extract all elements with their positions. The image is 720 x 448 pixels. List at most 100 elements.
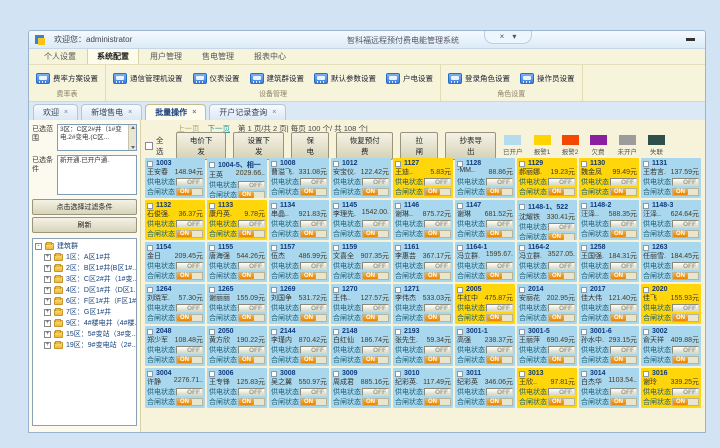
- tree-root[interactable]: 建筑群: [35, 241, 134, 251]
- meter-card[interactable]: 2144 李瑾内 870.42元 供电状态 OFF 合闸状态: [269, 326, 329, 366]
- card-checkbox[interactable]: [457, 371, 463, 377]
- scrollbar[interactable]: [128, 125, 136, 150]
- supply-off-toggle[interactable]: OFF: [424, 262, 451, 270]
- supply-off-toggle[interactable]: OFF: [176, 388, 203, 396]
- card-checkbox[interactable]: [519, 245, 525, 251]
- supply-off-toggle[interactable]: OFF: [672, 304, 699, 312]
- meter-card[interactable]: 1155 唐海强 544.26元 供电状态 OFF 合闸状态: [207, 242, 267, 282]
- meter-card[interactable]: 1129 郝丽娜. 19.23元 供电状态 OFF 合闸状态: [517, 158, 577, 198]
- tree-item[interactable]: 7区：G区1#井: [44, 307, 134, 317]
- expand-icon[interactable]: [44, 287, 51, 294]
- card-checkbox[interactable]: [643, 161, 649, 167]
- card-checkbox[interactable]: [581, 329, 587, 335]
- supply-off-toggle[interactable]: OFF: [548, 388, 575, 396]
- meter-card[interactable]: 1269 刘国争 531.72元 供电状态 OFF 合闸状态: [269, 284, 329, 324]
- card-checkbox[interactable]: [395, 245, 401, 251]
- supply-off-toggle[interactable]: OFF: [238, 304, 265, 312]
- supply-off-toggle[interactable]: OFF: [176, 220, 203, 228]
- meter-card[interactable]: 1128 -MM.. 88.86元 供电状态 OFF 合闸状态: [455, 158, 515, 198]
- meter-card[interactable]: 1271 李伟杰 533.03元 供电状态 OFF 合闸状态: [393, 284, 453, 324]
- supply-off-toggle[interactable]: OFF: [672, 178, 699, 186]
- switch-on-toggle[interactable]: ON: [673, 231, 688, 237]
- scroll-up-icon[interactable]: [131, 126, 135, 129]
- card-checkbox[interactable]: [147, 371, 153, 377]
- ribbon-button[interactable]: 操作员设置: [520, 73, 575, 84]
- switch-on-toggle[interactable]: ON: [239, 357, 254, 363]
- switch-on-toggle[interactable]: ON: [549, 189, 564, 195]
- meter-card[interactable]: 2193 张先生. 59.34元 供电状态 OFF 合闸状态: [393, 326, 453, 366]
- card-checkbox[interactable]: [271, 287, 277, 293]
- supply-off-toggle[interactable]: OFF: [486, 388, 513, 396]
- supply-off-toggle[interactable]: OFF: [238, 262, 265, 270]
- switch-on-toggle[interactable]: ON: [549, 273, 564, 279]
- meter-card[interactable]: 3001-1 高强 238.37元 供电状态 OFF 合闸状态: [455, 326, 515, 366]
- meter-card[interactable]: 1004-5、相一 王英 2029.66.. 供电状态 OFF 合闸状态: [207, 158, 267, 198]
- collapse-icon[interactable]: [35, 243, 42, 250]
- card-checkbox[interactable]: [333, 203, 339, 209]
- switch-on-toggle[interactable]: ON: [611, 357, 626, 363]
- select-all-checkbox[interactable]: [145, 142, 153, 150]
- expand-icon[interactable]: [44, 298, 51, 305]
- card-checkbox[interactable]: [395, 371, 401, 377]
- card-checkbox[interactable]: [457, 329, 463, 335]
- switch-on-toggle[interactable]: ON: [611, 273, 626, 279]
- switch-on-toggle[interactable]: ON: [239, 399, 254, 405]
- supply-off-toggle[interactable]: OFF: [300, 220, 327, 228]
- switch-on-toggle[interactable]: ON: [487, 231, 502, 237]
- card-checkbox[interactable]: [271, 329, 277, 335]
- switch-on-toggle[interactable]: ON: [611, 189, 626, 195]
- meter-card[interactable]: 3013 王欣.. 97.81元 供电状态 OFF 合闸状态: [517, 368, 577, 408]
- expand-icon[interactable]: [44, 254, 51, 261]
- switch-on-toggle[interactable]: ON: [239, 231, 254, 237]
- tree-item[interactable]: 3区：C区2#井（1#变...: [44, 274, 134, 284]
- meter-card[interactable]: 2020 佳飞 155.93元 供电状态 OFF 合闸状态: [641, 284, 701, 324]
- meter-card[interactable]: 3001-6 孙水中. 293.15元 供电状态 OFF 合闸状态: [579, 326, 639, 366]
- supply-off-toggle[interactable]: OFF: [610, 346, 637, 354]
- tab-close-icon[interactable]: ×: [64, 109, 68, 116]
- supply-off-toggle[interactable]: OFF: [424, 178, 451, 186]
- switch-on-toggle[interactable]: ON: [177, 273, 192, 279]
- meter-card[interactable]: 1148-1、522 沈耀铁 330.41元 供电状态 OFF 合闸状态: [517, 200, 577, 240]
- toolbar-button[interactable]: 保电: [291, 132, 329, 160]
- supply-off-toggle[interactable]: OFF: [548, 223, 575, 231]
- close-icon[interactable]: ×: [500, 32, 505, 42]
- meter-card[interactable]: 1157 伍杰 486.99元 供电状态 OFF 合闸状态: [269, 242, 329, 282]
- scroll-down-icon[interactable]: [131, 146, 135, 149]
- meter-card[interactable]: 2148 白红仙 186.74元 供电状态 OFF 合闸状态: [331, 326, 391, 366]
- selected-condition-box[interactable]: 新开通.已开户通.: [57, 155, 137, 195]
- switch-on-toggle[interactable]: ON: [549, 399, 564, 405]
- expand-icon[interactable]: [44, 309, 51, 316]
- switch-on-toggle[interactable]: ON: [549, 357, 564, 363]
- supply-off-toggle[interactable]: OFF: [548, 262, 575, 270]
- meter-card[interactable]: 3001-5 王丽萍 690.49元 供电状态 OFF 合闸状态: [517, 326, 577, 366]
- menu-tab[interactable]: 用户管理: [141, 49, 191, 64]
- switch-on-toggle[interactable]: ON: [611, 399, 626, 405]
- switch-on-toggle[interactable]: ON: [363, 399, 378, 405]
- tab-close-icon[interactable]: ×: [128, 109, 132, 116]
- switch-on-toggle[interactable]: ON: [301, 231, 316, 237]
- card-checkbox[interactable]: [147, 161, 153, 167]
- supply-off-toggle[interactable]: OFF: [486, 220, 513, 228]
- switch-on-toggle[interactable]: ON: [177, 315, 192, 321]
- supply-off-toggle[interactable]: OFF: [424, 388, 451, 396]
- supply-off-toggle[interactable]: OFF: [672, 262, 699, 270]
- meter-card[interactable]: 1012 安宝仪. 122.42元 供电状态 OFF 合闸状态: [331, 158, 391, 198]
- meter-card[interactable]: 1130 魏金凤 99.49元 供电状态 OFF 合闸状态: [579, 158, 639, 198]
- switch-on-toggle[interactable]: ON: [425, 357, 440, 363]
- tree-item[interactable]: 1区：A区1#井: [44, 252, 134, 262]
- switch-on-toggle[interactable]: ON: [425, 231, 440, 237]
- card-checkbox[interactable]: [395, 287, 401, 293]
- switch-on-toggle[interactable]: ON: [611, 231, 626, 237]
- menu-tab[interactable]: 个人设置: [35, 49, 85, 64]
- card-checkbox[interactable]: [457, 161, 463, 167]
- ribbon-button[interactable]: 费率方案设置: [36, 73, 98, 84]
- card-checkbox[interactable]: [147, 245, 153, 251]
- switch-on-toggle[interactable]: ON: [363, 273, 378, 279]
- ribbon-button[interactable]: 默认参数设置: [314, 73, 376, 84]
- toolbar-button[interactable]: 恢复预付费: [336, 132, 393, 160]
- switch-on-toggle[interactable]: ON: [363, 189, 378, 195]
- switch-on-toggle[interactable]: ON: [673, 315, 688, 321]
- card-checkbox[interactable]: [147, 203, 153, 209]
- supply-off-toggle[interactable]: OFF: [176, 262, 203, 270]
- switch-on-toggle[interactable]: ON: [301, 189, 316, 195]
